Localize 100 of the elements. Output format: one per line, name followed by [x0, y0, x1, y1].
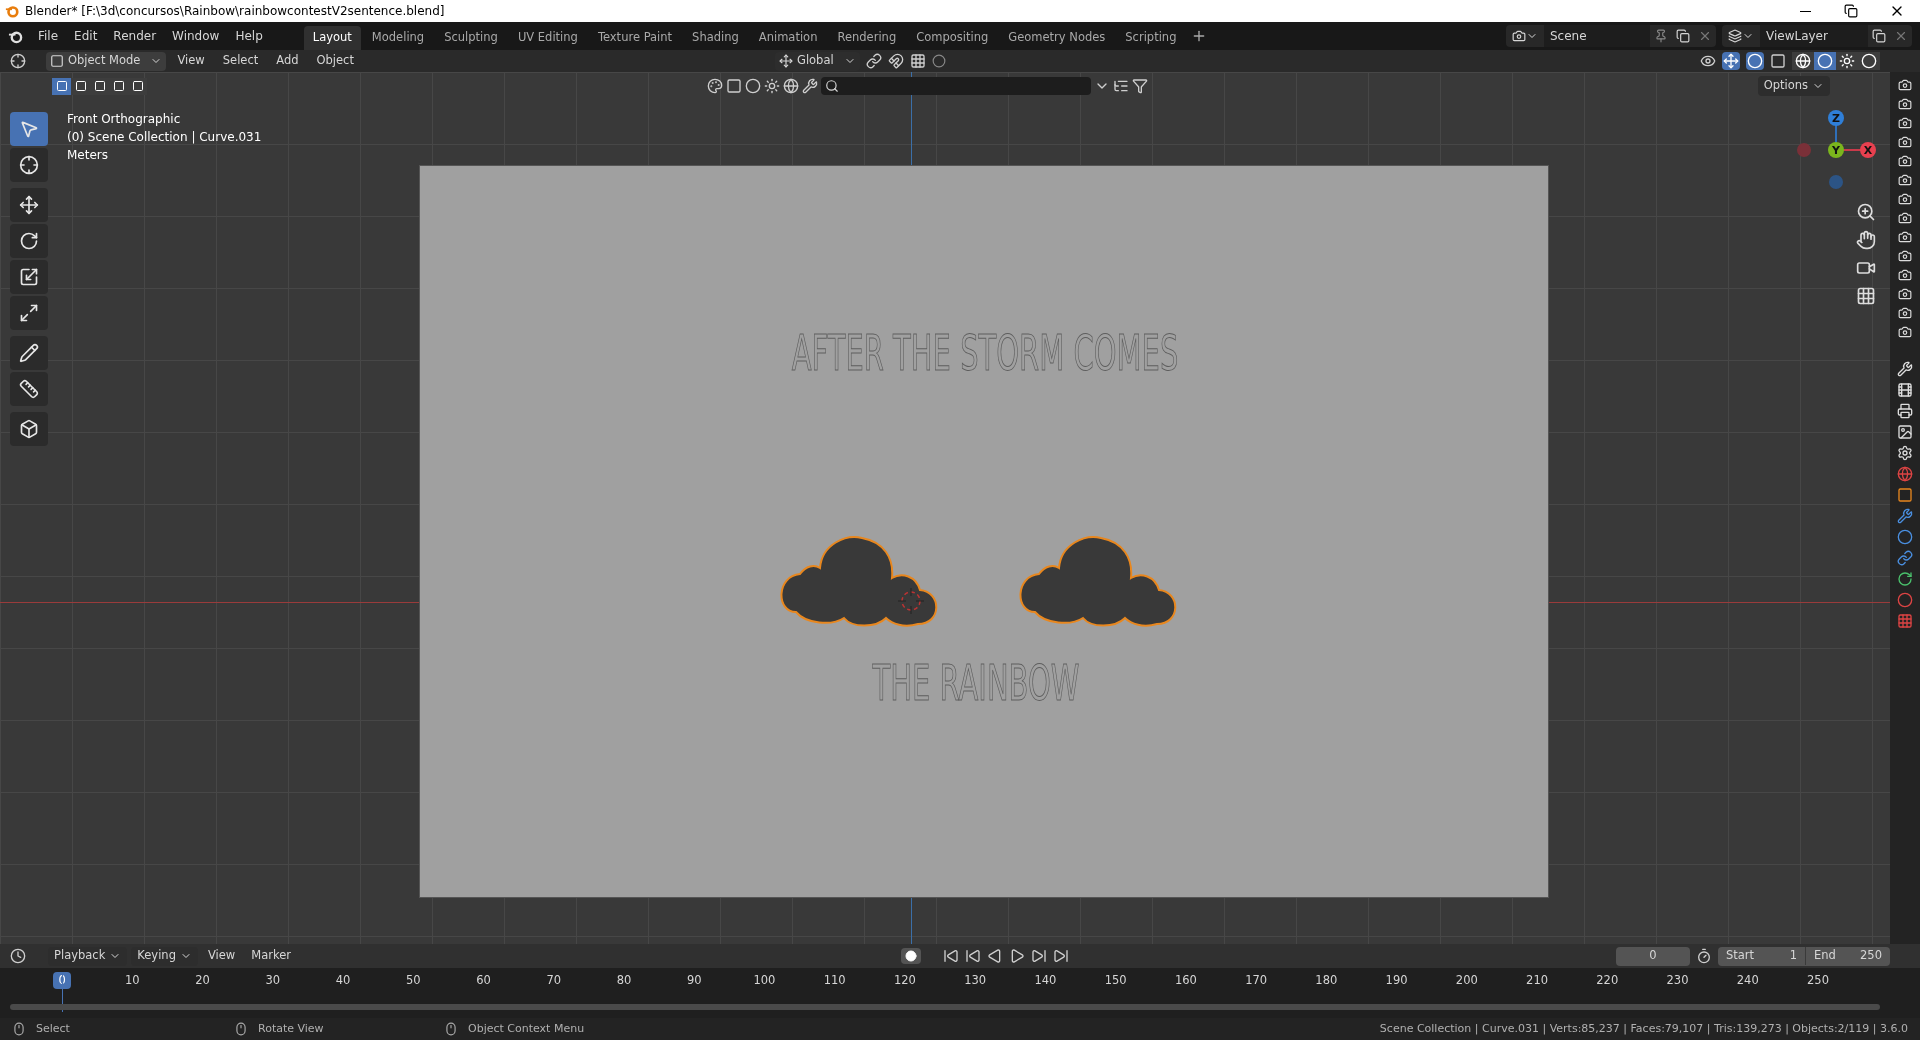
axes-icon — [778, 54, 793, 68]
ruler-tool-button[interactable] — [10, 372, 48, 406]
search-field[interactable] — [821, 77, 1091, 95]
camera-icon[interactable] — [1898, 306, 1912, 320]
pencil-tool-button[interactable] — [10, 336, 48, 370]
cube-tool-button[interactable] — [10, 412, 48, 446]
material-sphere-button[interactable] — [1836, 52, 1858, 70]
timeline-menu[interactable]: Marker — [245, 947, 297, 965]
world-icon[interactable] — [1897, 466, 1913, 482]
mode-dropdown[interactable]: Object Mode — [46, 51, 167, 71]
navigation-gizmo-drawing[interactable]: Z Y X — [1796, 110, 1876, 190]
render-icon[interactable] — [1897, 382, 1913, 398]
menu-item[interactable]: View — [170, 52, 212, 70]
workspace-tab[interactable]: Texture Paint — [588, 26, 682, 50]
rendered-sphere-button[interactable] — [1858, 52, 1880, 70]
copy-icon[interactable] — [1676, 29, 1690, 43]
wireframe-sphere-button[interactable] — [1792, 52, 1814, 70]
stopwatch-icon[interactable] — [1696, 948, 1712, 964]
select-mode-button[interactable] — [52, 77, 71, 95]
select-mode-button[interactable] — [71, 77, 90, 95]
object-icon[interactable] — [1897, 487, 1913, 503]
end-frame-field[interactable]: End 250 — [1806, 947, 1890, 965]
play-reverse-icon[interactable] — [987, 948, 1003, 964]
modifier-icon[interactable] — [1897, 508, 1913, 524]
workspace-tab[interactable]: Sculpting — [435, 26, 507, 50]
previous-keyframe-icon[interactable] — [965, 948, 981, 964]
workspace-tab[interactable]: Scripting — [1116, 26, 1186, 50]
menu-item[interactable]: Help — [228, 25, 270, 47]
workspace-tab[interactable]: Geometry Nodes — [999, 26, 1115, 50]
workspace-tab[interactable]: Animation — [749, 26, 827, 50]
camera-icon[interactable] — [1898, 287, 1912, 301]
frame-number: 150 — [1104, 972, 1127, 989]
crosshair-tool-button[interactable] — [10, 148, 48, 182]
camera-icon[interactable] — [1898, 211, 1912, 225]
jump-end-icon[interactable] — [1053, 948, 1069, 964]
menu-item[interactable]: Select — [215, 52, 266, 70]
move-tool-button[interactable] — [10, 188, 48, 222]
menu-item[interactable]: Add — [269, 52, 306, 70]
camera-icon[interactable] — [1898, 249, 1912, 263]
pin-icon[interactable] — [1654, 29, 1668, 43]
camera-icon[interactable] — [1898, 78, 1912, 92]
menu-item[interactable]: Render — [106, 25, 164, 47]
frame-number: 160 — [1174, 972, 1197, 989]
start-frame-field[interactable]: Start 1 — [1718, 947, 1806, 965]
visibility-icon[interactable] — [1700, 53, 1716, 69]
play-icon[interactable] — [1009, 948, 1025, 964]
close-icon[interactable] — [1698, 29, 1712, 43]
solid-sphere-button[interactable] — [1814, 52, 1836, 70]
camera-icon[interactable] — [1898, 268, 1912, 282]
hand-icon[interactable] — [1856, 230, 1876, 250]
workspace-tab[interactable]: UV Editing — [508, 26, 587, 50]
workspace-tab[interactable]: Layout — [303, 26, 361, 50]
camera-icon[interactable] — [1898, 97, 1912, 111]
menu-item[interactable]: Window — [165, 25, 227, 47]
workspace-tab[interactable]: Modeling — [362, 26, 434, 50]
camera-icon[interactable] — [1898, 192, 1912, 206]
camera-icon[interactable] — [1898, 173, 1912, 187]
timeline-scrollbar[interactable] — [10, 1004, 1880, 1010]
close-icon[interactable] — [1894, 29, 1908, 43]
select-tool-button[interactable] — [10, 112, 48, 146]
options-button[interactable]: Options — [1757, 76, 1830, 96]
timeline-menu[interactable]: View — [201, 947, 242, 965]
editor-type-icon[interactable] — [10, 53, 26, 69]
mouse-icon — [234, 1022, 248, 1036]
snap-icon[interactable] — [887, 53, 904, 69]
workspace-tab[interactable]: Compositing — [907, 26, 998, 50]
record-icon — [905, 950, 917, 962]
next-keyframe-icon[interactable] — [1031, 948, 1047, 964]
texture-icon[interactable] — [1897, 613, 1913, 629]
editor-type-icon[interactable] — [10, 948, 26, 964]
light-icon[interactable] — [764, 78, 780, 94]
scene-selector[interactable]: Scene — [1506, 25, 1716, 47]
workspace-tab[interactable]: Shading — [683, 26, 748, 50]
record-button[interactable] — [901, 948, 921, 964]
copy-icon[interactable] — [1872, 29, 1886, 43]
transform-tool-button[interactable] — [10, 296, 48, 330]
zoom-icon[interactable] — [1856, 202, 1876, 222]
constraint-icon[interactable] — [1897, 550, 1913, 566]
snap-target-icon[interactable] — [909, 53, 926, 69]
menu-item[interactable]: File — [31, 25, 66, 47]
camera-icon[interactable] — [1898, 325, 1912, 339]
scale-tool-button[interactable] — [10, 260, 48, 294]
menu-item[interactable]: Object — [309, 52, 361, 70]
select-mode-button[interactable] — [128, 77, 147, 95]
camera-icon[interactable] — [1898, 154, 1912, 168]
camera-icon[interactable] — [1898, 135, 1912, 149]
workspace-tab[interactable]: Rendering — [828, 26, 906, 50]
menu-item[interactable]: Edit — [67, 25, 105, 47]
output-icon[interactable] — [1897, 403, 1913, 419]
gizmo-toggle[interactable] — [1722, 52, 1740, 70]
tool-icon[interactable] — [1897, 361, 1913, 377]
rotate-tool-button[interactable] — [10, 224, 48, 258]
camera-icon[interactable] — [1898, 116, 1912, 130]
jump-start-icon[interactable] — [943, 948, 959, 964]
camera-icon[interactable] — [1898, 230, 1912, 244]
grid-icon[interactable] — [1856, 286, 1876, 306]
3d-viewport[interactable]: Options Front Orthographic (0) Scene Collection | Curve.031 Meters Z Y X AFTER THE STORM COMES THE RAINBOW — [0, 72, 1890, 944]
tree-icon[interactable] — [1113, 78, 1129, 94]
current-frame-field[interactable]: 0 — [1616, 946, 1690, 966]
view-layer-selector[interactable]: ViewLayer — [1722, 25, 1912, 47]
